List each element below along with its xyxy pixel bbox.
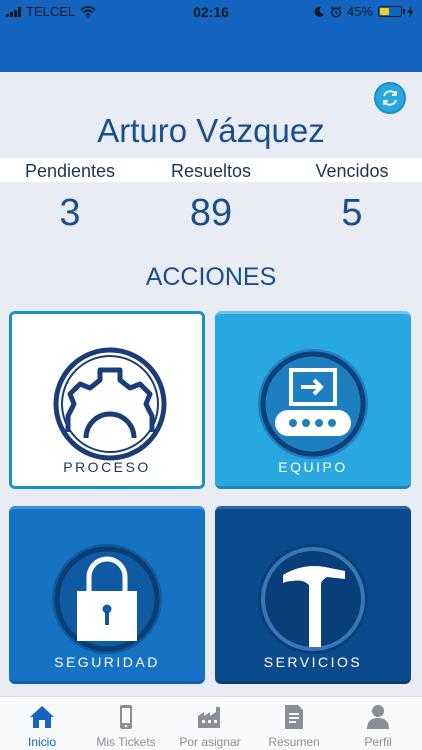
battery-percent: 45% <box>346 4 373 19</box>
refresh-icon <box>383 90 397 106</box>
servicios-label: SERVICIOS <box>263 654 363 670</box>
seguridad-tile[interactable]: SEGURIDAD <box>9 506 205 684</box>
stat-value-pendientes: 3 <box>59 192 81 234</box>
person-icon <box>367 705 389 729</box>
tab-bar: Inicio Mis Tickets Por asignar Resumen P… <box>0 696 422 750</box>
lock-icon <box>52 544 162 654</box>
user-name: Arturo Vázquez <box>97 112 325 149</box>
tab-mis-tickets[interactable]: Mis Tickets <box>84 697 168 750</box>
phone-icon <box>120 705 132 729</box>
equipo-tile[interactable]: EQUIPO <box>215 311 411 489</box>
computer-icon <box>258 349 368 459</box>
proceso-label: PROCESO <box>63 459 151 475</box>
proceso-tile[interactable]: PROCESO <box>9 311 205 489</box>
tab-resumen[interactable]: Resumen <box>252 697 336 750</box>
refresh-button[interactable] <box>374 82 406 114</box>
battery-icon <box>378 6 405 17</box>
charging-icon <box>407 5 414 18</box>
stat-value-vencidos: 5 <box>341 192 363 234</box>
stat-value-resueltos: 89 <box>189 192 233 234</box>
moon-icon <box>314 6 324 17</box>
tab-mis-tickets-label: Mis Tickets <box>96 735 156 749</box>
tab-perfil-label: Perfil <box>364 735 392 749</box>
tab-por-asignar-label: Por asignar <box>179 735 241 749</box>
tab-por-asignar[interactable]: Por asignar <box>168 697 252 750</box>
equipo-label: EQUIPO <box>278 459 348 475</box>
tab-inicio-label: Inicio <box>27 735 56 749</box>
document-icon <box>285 705 303 729</box>
alarm-icon <box>330 5 342 18</box>
actions-title: ACCIONES <box>145 263 277 291</box>
tab-resumen-label: Resumen <box>268 735 320 749</box>
tab-perfil[interactable]: Perfil <box>336 697 420 750</box>
stat-label-resueltos: Resueltos <box>170 161 252 181</box>
status-bar: TELCEL 02:16 45% <box>0 0 422 24</box>
seguridad-label: SEGURIDAD <box>54 654 160 670</box>
factory-icon <box>198 707 220 728</box>
servicios-tile[interactable]: SERVICIOS <box>215 506 411 684</box>
stat-label-vencidos: Vencidos <box>315 161 389 181</box>
gear-icon <box>53 347 167 461</box>
home-icon <box>30 706 54 728</box>
tab-inicio[interactable]: Inicio <box>0 697 84 750</box>
hammer-icon <box>258 544 368 654</box>
stat-label-pendientes: Pendientes <box>24 161 116 181</box>
